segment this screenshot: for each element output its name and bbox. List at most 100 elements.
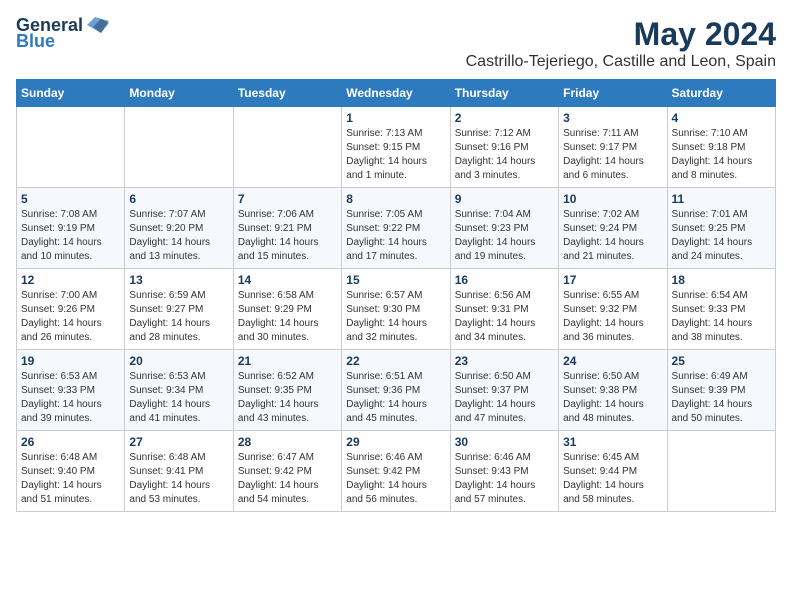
day-number: 5 [21, 192, 120, 206]
calendar-cell: 30 Sunrise: 6:46 AMSunset: 9:43 PMDayligh… [450, 431, 558, 512]
calendar-cell: 27 Sunrise: 6:48 AMSunset: 9:41 PMDayligh… [125, 431, 233, 512]
day-number: 4 [672, 111, 771, 125]
day-info: Sunrise: 7:04 AMSunset: 9:23 PMDaylight:… [455, 208, 554, 264]
day-number: 30 [455, 435, 554, 449]
calendar-cell: 8Sunrise: 7:05 AMSunset: 9:22 PMDaylight… [342, 188, 450, 269]
calendar-cell [667, 431, 775, 512]
day-info: Sunrise: 6:55 AMSunset: 9:32 PMDaylight:… [563, 289, 662, 345]
day-info: Sunrise: 7:12 AMSunset: 9:16 PMDaylight:… [455, 127, 554, 183]
day-number: 3 [563, 111, 662, 125]
calendar-cell: 16 Sunrise: 6:56 AMSunset: 9:31 PMDayligh… [450, 269, 558, 350]
calendar-cell: 4 Sunrise: 7:10 AMSunset: 9:18 PMDaylight… [667, 107, 775, 188]
day-number: 7 [238, 192, 337, 206]
day-number: 26 [21, 435, 120, 449]
calendar-cell: 20 Sunrise: 6:53 AMSunset: 9:34 PMDayligh… [125, 350, 233, 431]
day-info: Sunrise: 6:46 AMSunset: 9:42 PMDaylight:… [346, 451, 445, 507]
day-number: 19 [21, 354, 120, 368]
calendar-cell: 6Sunrise: 7:07 AMSunset: 9:20 PMDaylight… [125, 188, 233, 269]
day-info: Sunrise: 6:53 AMSunset: 9:34 PMDaylight:… [129, 370, 228, 426]
header-tuesday: Tuesday [233, 80, 341, 107]
day-info: Sunrise: 7:11 AMSunset: 9:17 PMDaylight:… [563, 127, 662, 183]
day-number: 24 [563, 354, 662, 368]
calendar-cell: 10Sunrise: 7:02 AMSunset: 9:24 PMDayligh… [559, 188, 667, 269]
day-number: 15 [346, 273, 445, 287]
day-number: 18 [672, 273, 771, 287]
calendar-cell: 19 Sunrise: 6:53 AMSunset: 9:33 PMDayligh… [17, 350, 125, 431]
day-info: Sunrise: 6:45 AMSunset: 9:44 PMDaylight:… [563, 451, 662, 507]
day-info: Sunrise: 7:06 AMSunset: 9:21 PMDaylight:… [238, 208, 337, 264]
calendar-cell [17, 107, 125, 188]
calendar-cell: 11 Sunrise: 7:01 AMSunset: 9:25 PMDayligh… [667, 188, 775, 269]
calendar-cell: 21Sunrise: 6:52 AMSunset: 9:35 PMDayligh… [233, 350, 341, 431]
day-number: 1 [346, 111, 445, 125]
day-number: 31 [563, 435, 662, 449]
day-info: Sunrise: 6:48 AMSunset: 9:41 PMDaylight:… [129, 451, 228, 507]
calendar-cell: 24 Sunrise: 6:50 AMSunset: 9:38 PMDayligh… [559, 350, 667, 431]
calendar-cell: 5 Sunrise: 7:08 AMSunset: 9:19 PMDaylight… [17, 188, 125, 269]
calendar-cell: 12 Sunrise: 7:00 AMSunset: 9:26 PMDayligh… [17, 269, 125, 350]
header-saturday: Saturday [667, 80, 775, 107]
header-thursday: Thursday [450, 80, 558, 107]
day-number: 12 [21, 273, 120, 287]
day-info: Sunrise: 6:56 AMSunset: 9:31 PMDaylight:… [455, 289, 554, 345]
day-info: Sunrise: 6:53 AMSunset: 9:33 PMDaylight:… [21, 370, 120, 426]
calendar-cell: 22Sunrise: 6:51 AMSunset: 9:36 PMDayligh… [342, 350, 450, 431]
day-info: Sunrise: 7:10 AMSunset: 9:18 PMDaylight:… [672, 127, 771, 183]
day-number: 25 [672, 354, 771, 368]
calendar-cell: 1 Sunrise: 7:13 AMSunset: 9:15 PMDaylight… [342, 107, 450, 188]
calendar-cell: 15 Sunrise: 6:57 AMSunset: 9:30 PMDayligh… [342, 269, 450, 350]
calendar-cell: 25 Sunrise: 6:49 AMSunset: 9:39 PMDayligh… [667, 350, 775, 431]
calendar: SundayMondayTuesdayWednesdayThursdayFrid… [16, 79, 776, 512]
day-info: Sunrise: 7:01 AMSunset: 9:25 PMDaylight:… [672, 208, 771, 264]
day-number: 27 [129, 435, 228, 449]
logo: General Blue [16, 16, 109, 50]
logo-blue: Blue [16, 32, 55, 50]
calendar-cell: 29 Sunrise: 6:46 AMSunset: 9:42 PMDayligh… [342, 431, 450, 512]
day-info: Sunrise: 6:58 AMSunset: 9:29 PMDaylight:… [238, 289, 337, 345]
header-sunday: Sunday [17, 80, 125, 107]
calendar-cell: 14Sunrise: 6:58 AMSunset: 9:29 PMDayligh… [233, 269, 341, 350]
title-block: May 2024 Castrillo-Tejeriego, Castille a… [466, 16, 776, 71]
day-info: Sunrise: 6:59 AMSunset: 9:27 PMDaylight:… [129, 289, 228, 345]
day-number: 16 [455, 273, 554, 287]
day-info: Sunrise: 6:51 AMSunset: 9:36 PMDaylight:… [346, 370, 445, 426]
day-info: Sunrise: 6:49 AMSunset: 9:39 PMDaylight:… [672, 370, 771, 426]
day-number: 17 [563, 273, 662, 287]
day-number: 11 [672, 192, 771, 206]
calendar-cell: 17 Sunrise: 6:55 AMSunset: 9:32 PMDayligh… [559, 269, 667, 350]
day-number: 9 [455, 192, 554, 206]
calendar-cell: 18 Sunrise: 6:54 AMSunset: 9:33 PMDayligh… [667, 269, 775, 350]
day-number: 20 [129, 354, 228, 368]
day-info: Sunrise: 6:52 AMSunset: 9:35 PMDaylight:… [238, 370, 337, 426]
day-number: 28 [238, 435, 337, 449]
header-wednesday: Wednesday [342, 80, 450, 107]
day-number: 23 [455, 354, 554, 368]
day-info: Sunrise: 7:13 AMSunset: 9:15 PMDaylight:… [346, 127, 445, 183]
calendar-cell: 23 Sunrise: 6:50 AMSunset: 9:37 PMDayligh… [450, 350, 558, 431]
day-info: Sunrise: 7:08 AMSunset: 9:19 PMDaylight:… [21, 208, 120, 264]
day-info: Sunrise: 6:54 AMSunset: 9:33 PMDaylight:… [672, 289, 771, 345]
header-monday: Monday [125, 80, 233, 107]
logo-icon [87, 17, 109, 33]
day-info: Sunrise: 6:46 AMSunset: 9:43 PMDaylight:… [455, 451, 554, 507]
day-info: Sunrise: 6:50 AMSunset: 9:37 PMDaylight:… [455, 370, 554, 426]
header-friday: Friday [559, 80, 667, 107]
calendar-cell [233, 107, 341, 188]
day-info: Sunrise: 7:00 AMSunset: 9:26 PMDaylight:… [21, 289, 120, 345]
calendar-cell [125, 107, 233, 188]
day-info: Sunrise: 7:07 AMSunset: 9:20 PMDaylight:… [129, 208, 228, 264]
calendar-cell: 13 Sunrise: 6:59 AMSunset: 9:27 PMDayligh… [125, 269, 233, 350]
calendar-cell: 9 Sunrise: 7:04 AMSunset: 9:23 PMDaylight… [450, 188, 558, 269]
calendar-cell: 2 Sunrise: 7:12 AMSunset: 9:16 PMDaylight… [450, 107, 558, 188]
day-number: 10 [563, 192, 662, 206]
day-number: 8 [346, 192, 445, 206]
day-number: 2 [455, 111, 554, 125]
day-info: Sunrise: 6:50 AMSunset: 9:38 PMDaylight:… [563, 370, 662, 426]
day-number: 13 [129, 273, 228, 287]
day-number: 29 [346, 435, 445, 449]
subtitle: Castrillo-Tejeriego, Castille and Leon, … [466, 53, 776, 71]
calendar-cell: 31 Sunrise: 6:45 AMSunset: 9:44 PMDayligh… [559, 431, 667, 512]
day-info: Sunrise: 6:57 AMSunset: 9:30 PMDaylight:… [346, 289, 445, 345]
day-info: Sunrise: 6:47 AMSunset: 9:42 PMDaylight:… [238, 451, 337, 507]
calendar-cell: 26Sunrise: 6:48 AMSunset: 9:40 PMDayligh… [17, 431, 125, 512]
